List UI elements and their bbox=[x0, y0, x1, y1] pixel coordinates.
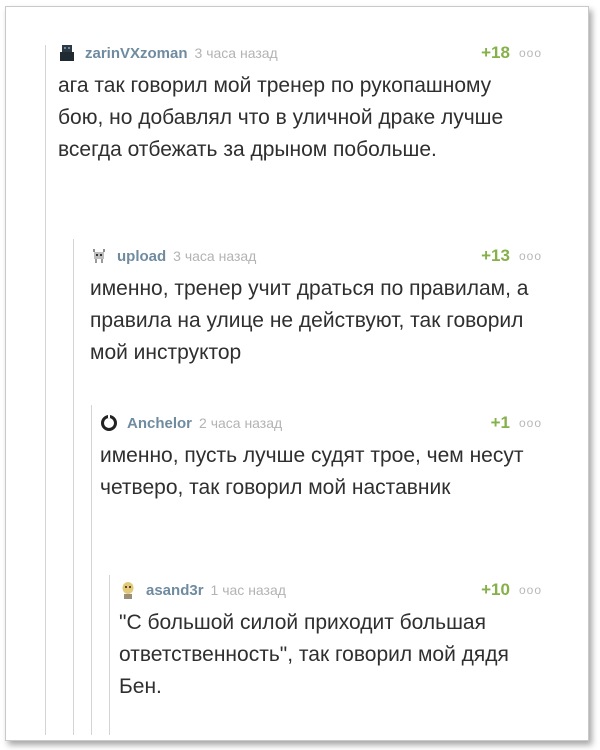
more-options-button[interactable]: ooo bbox=[519, 46, 542, 60]
comment-header: upload 3 часа назад +13 ooo bbox=[90, 245, 542, 267]
more-options-button[interactable]: ooo bbox=[519, 583, 542, 597]
comment-rating: +1 bbox=[490, 413, 510, 432]
more-options-button[interactable]: ooo bbox=[519, 416, 542, 430]
username[interactable]: Anchelor bbox=[127, 415, 192, 432]
comment-time[interactable]: 1 час назад bbox=[211, 582, 286, 598]
comment-header: asand3r 1 час назад +10 ooo bbox=[119, 579, 542, 601]
comment-text: ага так говорил мой тренер по рукопашном… bbox=[58, 74, 504, 161]
thread-line[interactable] bbox=[91, 405, 92, 735]
comment: zarinVXzoman 3 часа назад +18 ooo ага та… bbox=[58, 42, 542, 166]
thread-line[interactable] bbox=[73, 239, 74, 735]
comment-time[interactable]: 2 часа назад bbox=[199, 415, 282, 431]
comment: asand3r 1 час назад +10 ooo "С большой с… bbox=[119, 579, 542, 703]
comment-text: именно, тренер учит драться по правилам,… bbox=[90, 277, 529, 364]
dark-figure-avatar-icon[interactable] bbox=[58, 44, 76, 62]
thread-line[interactable] bbox=[109, 575, 110, 735]
yellow-face-avatar-icon[interactable] bbox=[119, 581, 137, 599]
ring-avatar-icon[interactable] bbox=[100, 414, 118, 432]
comment-thread: zarinVXzoman 3 часа назад +18 ooo ага та… bbox=[6, 7, 588, 740]
comment-rating: +10 bbox=[481, 580, 510, 599]
comment-text: "С большой силой приходит большая ответс… bbox=[119, 611, 509, 698]
comment-header: zarinVXzoman 3 часа назад +18 ooo bbox=[58, 42, 542, 64]
comment-text: именно, пусть лучше судят трое, чем несу… bbox=[100, 444, 524, 499]
comment-time[interactable]: 3 часа назад bbox=[195, 45, 278, 61]
comment-header: Anchelor 2 часа назад +1 ooo bbox=[100, 412, 542, 434]
comment: upload 3 часа назад +13 ooo именно, трен… bbox=[90, 245, 542, 369]
comment-rating: +13 bbox=[481, 246, 510, 265]
thread-line[interactable] bbox=[45, 45, 46, 735]
comments-panel: zarinVXzoman 3 часа назад +18 ooo ага та… bbox=[5, 6, 589, 741]
username[interactable]: upload bbox=[117, 248, 166, 265]
more-options-button[interactable]: ooo bbox=[519, 249, 542, 263]
comment: Anchelor 2 часа назад +1 ooo именно, пус… bbox=[100, 412, 542, 504]
comment-time[interactable]: 3 часа назад bbox=[173, 248, 256, 264]
username[interactable]: zarinVXzoman bbox=[85, 45, 188, 62]
pixel-creature-avatar-icon[interactable] bbox=[90, 247, 108, 265]
comment-rating: +18 bbox=[481, 43, 510, 62]
username[interactable]: asand3r bbox=[146, 582, 204, 599]
